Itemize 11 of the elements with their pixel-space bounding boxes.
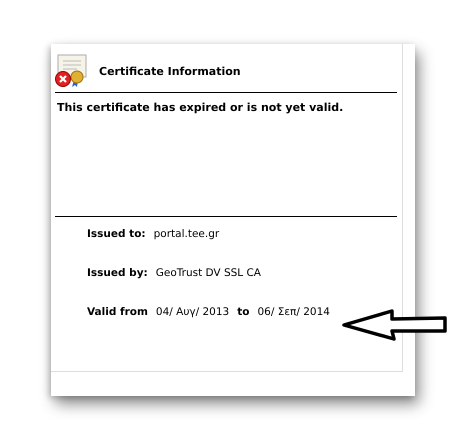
field-label: Valid from bbox=[87, 306, 148, 318]
dialog-title: Certificate Information bbox=[99, 64, 241, 78]
certificate-error-icon bbox=[55, 54, 87, 88]
field-label: to bbox=[237, 306, 250, 318]
field-value: GeoTrust DV SSL CA bbox=[156, 267, 261, 279]
field-value: portal.tee.gr bbox=[154, 228, 220, 240]
field-label: Issued by: bbox=[87, 267, 148, 279]
field-label: Issued to: bbox=[87, 228, 146, 240]
field-value: 04/ Αυγ/ 2013 bbox=[156, 306, 230, 318]
status-message: This certificate has expired or is not yet valid. bbox=[57, 101, 344, 114]
field-value: 06/ Σεπ/ 2014 bbox=[257, 306, 330, 318]
